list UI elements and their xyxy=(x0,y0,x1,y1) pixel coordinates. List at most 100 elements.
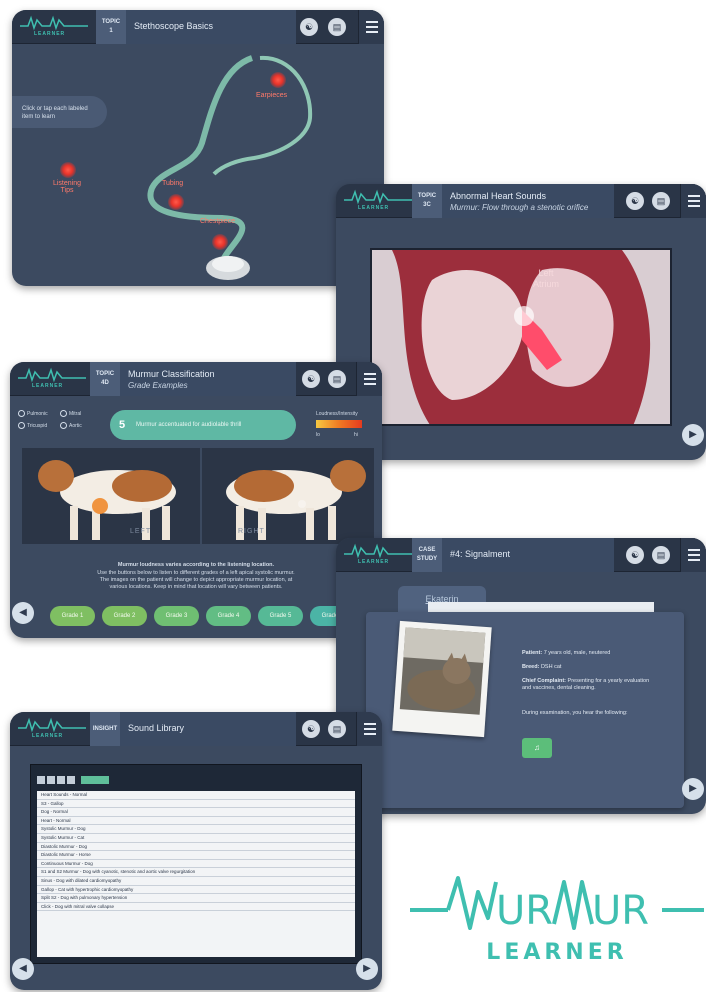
radio-aortic[interactable]: Aortic xyxy=(60,422,82,429)
menu-button[interactable] xyxy=(680,184,706,218)
topic-badge: TOPIC 1 xyxy=(96,10,126,44)
sound-list-item[interactable]: Gallop - Cat with hypertrophic cardiomyo… xyxy=(37,886,355,895)
previous-arrow-icon[interactable]: ◀ xyxy=(12,958,34,980)
sound-list-item[interactable]: Diastolic Murmur - Horse xyxy=(37,851,355,860)
next-arrow-icon[interactable]: ▶ xyxy=(356,958,378,980)
sound-list-item[interactable]: Heart - Normal xyxy=(37,817,355,826)
grade-5-button[interactable]: Grade 5 xyxy=(258,606,303,626)
earpieces-label: Earpieces xyxy=(256,92,288,99)
breed-line: Breed: DSH cat xyxy=(522,664,562,670)
sound-list-item[interactable]: Click - Dog with mitral valve collapse xyxy=(37,903,355,912)
notes-button[interactable]: ▤ xyxy=(652,546,670,564)
play-icon[interactable] xyxy=(57,775,65,784)
stethoscope-screen: LEARNER TOPIC 1 Stethoscope Basics ☯ ▤ C… xyxy=(12,10,384,286)
sound-list-item[interactable]: Diastolic Murmur - Dog xyxy=(37,843,355,852)
caption-line-4: various locations. Keep in mind that loc… xyxy=(109,584,283,590)
sound-list-item[interactable]: Dog - Normal xyxy=(37,808,355,817)
case-badge: CASE STUDY xyxy=(412,538,442,572)
grade-2-button[interactable]: Grade 2 xyxy=(102,606,147,626)
caption-line-2: Use the buttons below to listen to diffe… xyxy=(97,570,295,576)
radio-tricuspid[interactable]: Tricuspid xyxy=(18,422,47,429)
svg-text:UR: UR xyxy=(496,888,553,934)
svg-text:UR: UR xyxy=(592,888,649,934)
notes-button[interactable]: ▤ xyxy=(328,18,346,36)
title-text: Abnormal Heart Sounds xyxy=(450,191,547,201)
notes-button[interactable]: ▤ xyxy=(652,192,670,210)
progress-bar[interactable] xyxy=(81,775,110,784)
sound-library-panel: Heart Sounds - Normal S3 - Gallop Dog - No… xyxy=(30,764,362,964)
app-logo: LEARNER xyxy=(18,716,86,742)
earpieces-hotspot[interactable] xyxy=(270,72,286,88)
caption-line-3: The images on the patient will change to… xyxy=(99,577,293,583)
instruction-pill: Click or tap each labeled item to learn xyxy=(12,96,107,128)
sound-list-item[interactable]: S1 and S2 Murmur - Dog with cyanotic, st… xyxy=(37,868,355,877)
grade-4-button[interactable]: Grade 4 xyxy=(206,606,251,626)
dog-right-label: RIGHT xyxy=(238,528,265,535)
radio-mitral[interactable]: Mitral xyxy=(60,410,81,417)
page-title: Abnormal Heart Sounds Murmur: Flow throu… xyxy=(442,184,614,218)
tubing-hotspot[interactable] xyxy=(168,194,184,210)
logo-subtitle: LEARNER xyxy=(34,31,66,37)
player-controls xyxy=(37,771,237,787)
notes-button[interactable]: ▤ xyxy=(328,370,346,388)
dog-left-label: LEFT xyxy=(130,528,152,535)
page-title: Sound Library xyxy=(120,712,296,746)
sound-list: Heart Sounds - Normal S3 - Gallop Dog - No… xyxy=(37,791,355,957)
menu-button[interactable] xyxy=(680,538,706,572)
sound-list-item[interactable]: Sinus - Dog with dilated cardiomyopathy xyxy=(37,877,355,886)
notice-number: 5 xyxy=(119,419,126,431)
logo-subtitle: LEARNER xyxy=(32,383,64,389)
next-arrow-icon[interactable]: ▶ xyxy=(682,424,704,446)
menu-button[interactable] xyxy=(358,10,384,44)
listening-tips-label: Listening Tips xyxy=(52,180,82,194)
previous-arrow-icon[interactable]: ◀ xyxy=(12,602,34,624)
app-logo: LEARNER xyxy=(18,366,86,392)
sound-list-item[interactable]: S3 - Gallop xyxy=(37,800,355,809)
sound-list-item[interactable]: Split S2 - Dog with pulmonary hypertensi… xyxy=(37,894,355,903)
play-sound-button[interactable]: ♫ xyxy=(522,738,552,758)
sound-list-item[interactable]: Systolic Murmur - Dog xyxy=(37,825,355,834)
loudness-high: hi xyxy=(354,432,358,438)
audio-button[interactable]: ☯ xyxy=(302,370,320,388)
grade-1-button[interactable]: Grade 1 xyxy=(50,606,95,626)
murmur-learner-logo: UR UR LEARNER xyxy=(408,870,706,980)
sound-list-item[interactable]: Systolic Murmur - Cat xyxy=(37,834,355,843)
murmur-classification-screen: LEARNER TOPIC 4D Murmur Classification G… xyxy=(10,362,382,638)
audio-button[interactable]: ☯ xyxy=(302,720,320,738)
page-title: Stethoscope Basics xyxy=(126,10,296,44)
forward-icon[interactable] xyxy=(67,775,75,784)
notice-banner: 5 Murmur accentuated for audiolable thri… xyxy=(110,410,296,440)
listening-tips-hotspot[interactable] xyxy=(60,162,76,178)
grade-3-button[interactable]: Grade 3 xyxy=(154,606,199,626)
chestpiece-label: Chestpiece xyxy=(200,218,236,225)
loudness-bar xyxy=(316,420,362,428)
app-logo: LEARNER xyxy=(344,542,412,568)
radio-pulmonic[interactable]: Pulmonic xyxy=(18,410,48,417)
murmur-wordmark: UR UR xyxy=(410,876,704,934)
rewind-icon[interactable] xyxy=(37,775,45,784)
logo-subtitle: LEARNER xyxy=(358,559,390,565)
menu-button[interactable] xyxy=(356,362,382,396)
audio-button[interactable]: ☯ xyxy=(300,18,318,36)
loudness-low: lo xyxy=(316,432,320,438)
logo-subtitle: LEARNER xyxy=(358,205,390,211)
topic-badge: INSIGHT xyxy=(90,712,120,746)
audio-button[interactable]: ☯ xyxy=(626,546,644,564)
sound-library-screen: LEARNER INSIGHT Sound Library ☯ ▤ Heart … xyxy=(10,712,382,990)
app-logo: LEARNER xyxy=(20,14,88,40)
notes-button[interactable]: ▤ xyxy=(328,720,346,738)
dog-left-panel: LEFT xyxy=(22,448,200,544)
audio-button[interactable]: ☯ xyxy=(626,192,644,210)
next-arrow-icon[interactable]: ▶ xyxy=(682,778,704,800)
top-bar: LEARNER INSIGHT Sound Library ☯ ▤ xyxy=(10,712,382,746)
stop-icon[interactable] xyxy=(47,775,55,784)
sound-list-item[interactable]: Continuous Murmur - Dog xyxy=(37,860,355,869)
menu-button[interactable] xyxy=(356,712,382,746)
chestpiece-hotspot[interactable] xyxy=(212,234,228,250)
subtitle-text: Grade Examples xyxy=(128,381,188,390)
topic-badge: TOPIC 3C xyxy=(412,184,442,218)
dog-right-panel: RIGHT xyxy=(202,448,374,544)
case-study-screen: LEARNER CASE STUDY #4: Signalment ☯ ▤ Ek… xyxy=(336,538,706,814)
sound-list-item[interactable]: Heart Sounds - Normal xyxy=(37,791,355,800)
logo-subtitle: LEARNER xyxy=(486,940,628,965)
